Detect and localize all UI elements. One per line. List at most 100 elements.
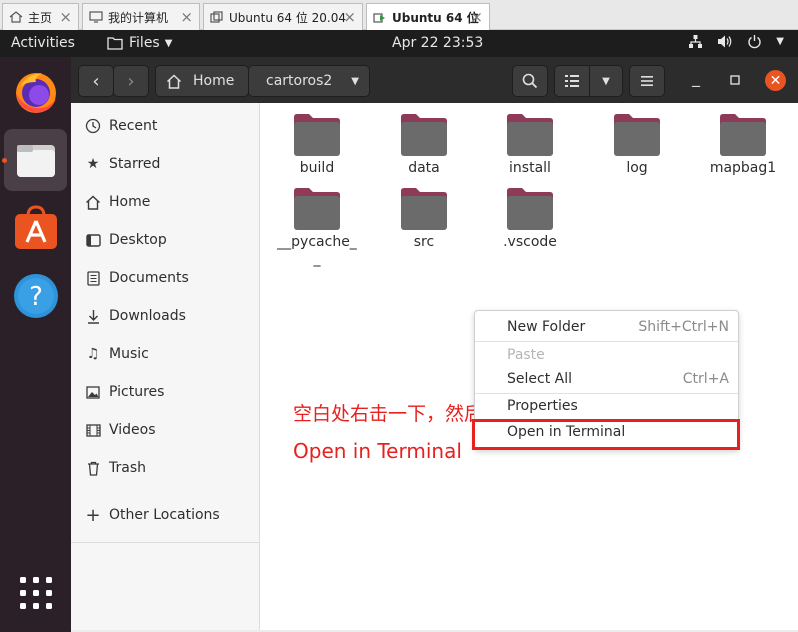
folder-icon (507, 114, 553, 156)
folder-item[interactable]: install (480, 113, 580, 177)
show-applications-button[interactable] (4, 562, 67, 624)
dock: ? (0, 57, 71, 632)
list-view-icon (565, 75, 579, 87)
folder-icon (614, 114, 660, 156)
dock-software[interactable] (4, 197, 67, 259)
sidebar-item-documents[interactable]: Documents (71, 259, 260, 297)
sidebar-item-other-locations[interactable]: + Other Locations (71, 496, 260, 534)
folder-item[interactable]: build (267, 113, 367, 177)
sidebar-item-trash[interactable]: Trash (71, 449, 260, 487)
folder-name: .vscode (503, 234, 557, 250)
dock-files[interactable] (4, 129, 67, 191)
close-icon[interactable]: × (343, 8, 356, 26)
sidebar-item-recent[interactable]: Recent (71, 107, 260, 145)
folder-icon (507, 188, 553, 230)
menu-item-accel: Ctrl+A (682, 371, 729, 387)
main-menu-button[interactable] (629, 65, 665, 97)
running-indicator (2, 158, 7, 163)
picture-icon (85, 384, 101, 400)
path-home-button[interactable]: Home (155, 65, 249, 97)
folder-item[interactable]: data (374, 113, 474, 177)
system-tray[interactable]: ▼ (688, 34, 784, 49)
sidebar-item-videos[interactable]: Videos (71, 411, 260, 449)
trash-icon (85, 460, 101, 476)
annotation-line-2: Open in Terminal (293, 439, 462, 463)
search-button[interactable] (512, 65, 548, 97)
sidebar-item-home[interactable]: Home (71, 183, 260, 221)
vm-tab-label: Ubuntu 64 位 20.04 (229, 10, 346, 25)
sidebar-item-label: Downloads (109, 308, 186, 324)
menu-item-paste[interactable]: Paste (475, 342, 738, 368)
view-list-button[interactable] (554, 65, 590, 97)
path-home-label: Home (193, 73, 235, 89)
close-icon[interactable]: × (59, 8, 72, 26)
home-icon (9, 11, 23, 23)
header-bar: ‹ › Home cartoros2 ▼ ▼ _ ✕ (71, 57, 798, 103)
chevron-right-icon: › (127, 70, 135, 92)
path-current-button[interactable]: cartoros2 ▼ (248, 65, 370, 97)
close-window-button[interactable]: ✕ (765, 70, 786, 91)
top-bar: Activities Files ▼ Apr 22 23:53 ▼ (0, 30, 798, 57)
app-menu[interactable]: Files ▼ (107, 35, 172, 51)
close-icon[interactable]: × (180, 8, 193, 26)
folder-item[interactable]: mapbag1 (693, 113, 793, 177)
highlight-box (472, 419, 740, 450)
path-current-label: cartoros2 (266, 73, 333, 89)
view-options-button[interactable]: ▼ (589, 65, 623, 97)
activities-button[interactable]: Activities (11, 35, 75, 51)
folder-name: src (413, 234, 435, 250)
forward-button[interactable]: › (113, 65, 149, 97)
clock[interactable]: Apr 22 23:53 (392, 35, 483, 51)
vm-icon (210, 11, 223, 23)
sidebar-item-label: Pictures (109, 384, 165, 400)
download-icon (85, 308, 101, 324)
menu-item-select-all[interactable]: Select All Ctrl+A (475, 366, 738, 392)
close-icon: ✕ (769, 72, 782, 89)
vm-tab-label: Ubuntu 64 位 (392, 10, 479, 25)
folder-item[interactable]: __pycache__ (267, 187, 367, 268)
menu-item-label: Properties (507, 398, 578, 414)
vm-tab-label: 我的计算机 (108, 10, 169, 25)
menu-item-properties[interactable]: Properties (475, 393, 738, 419)
folder-item[interactable]: log (587, 113, 687, 177)
star-icon: ★ (86, 156, 100, 172)
sidebar-item-label: Recent (109, 118, 158, 134)
vm-tab-ubuntu-active[interactable]: Ubuntu 64 位 × (366, 3, 490, 30)
menu-item-accel: Shift+Ctrl+N (638, 319, 729, 335)
dock-firefox[interactable] (4, 61, 67, 123)
file-view[interactable]: build data install log mapbag1 __pycache… (261, 103, 798, 630)
sidebar-item-pictures[interactable]: Pictures (71, 373, 260, 411)
sidebar-item-music[interactable]: ♫ Music (71, 335, 260, 373)
folder-item[interactable]: .vscode (480, 187, 580, 251)
vm-tab-ubuntu-2004[interactable]: Ubuntu 64 位 20.04 × (203, 3, 363, 30)
back-button[interactable]: ‹ (78, 65, 114, 97)
video-icon (85, 422, 101, 438)
dock-help[interactable]: ? (4, 265, 67, 327)
vm-tab-home[interactable]: 主页 × (2, 3, 79, 30)
folder-icon (401, 188, 447, 230)
sidebar-item-downloads[interactable]: Downloads (71, 297, 260, 335)
sidebar-item-label: Starred (109, 156, 161, 172)
chevron-left-icon: ‹ (92, 70, 100, 92)
close-icon[interactable]: × (470, 8, 483, 26)
document-icon (85, 270, 101, 286)
sidebar-item-desktop[interactable]: Desktop (71, 221, 260, 259)
vm-tab-my-computer[interactable]: 我的计算机 × (82, 3, 200, 30)
folder-name: log (626, 160, 648, 176)
vm-tab-label: 主页 (28, 10, 53, 25)
maximize-icon[interactable] (730, 75, 740, 85)
search-icon (522, 73, 538, 89)
files-window: ‹ › Home cartoros2 ▼ ▼ _ ✕ Recent ★ Star… (71, 57, 798, 630)
minimize-icon[interactable]: _ (692, 68, 700, 87)
sidebar-item-starred[interactable]: ★ Starred (71, 145, 260, 183)
sidebar-item-label: Videos (109, 422, 156, 438)
svg-text:?: ? (29, 282, 43, 312)
folder-icon (401, 114, 447, 156)
network-icon (689, 35, 703, 48)
folder-icon (107, 37, 123, 50)
folder-item[interactable]: src (374, 187, 474, 251)
folder-name: mapbag1 (709, 160, 777, 176)
menu-item-label: New Folder (507, 319, 586, 335)
menu-item-new-folder[interactable]: New Folder Shift+Ctrl+N (475, 314, 738, 340)
folder-name: build (299, 160, 335, 176)
